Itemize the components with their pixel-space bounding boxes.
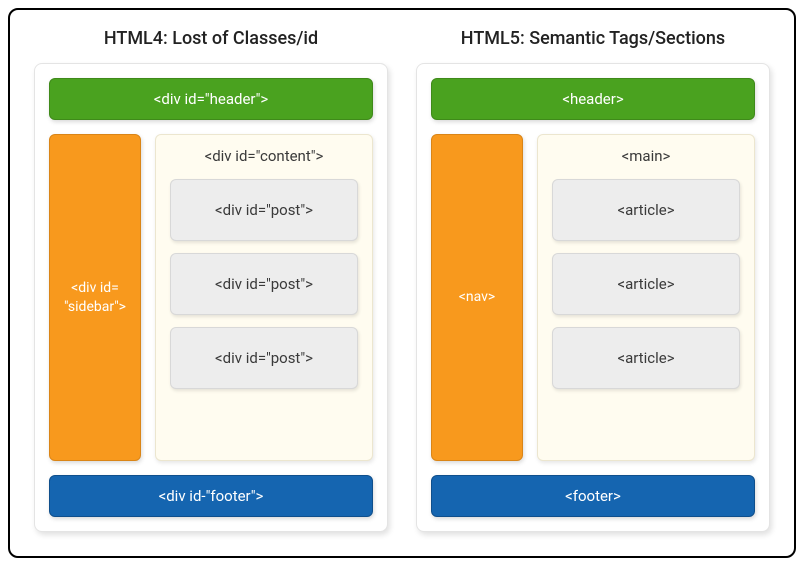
html4-post-block: <div id="post"> (170, 253, 358, 315)
html5-middle-row: <nav> <main> <article> <article> <articl… (431, 134, 755, 461)
html4-middle-row: <div id= "sidebar"> <div id="content"> <… (49, 134, 373, 461)
html4-header-block: <div id="header"> (49, 78, 373, 120)
html4-footer-block: <div id-"footer"> (49, 475, 373, 517)
html5-sidebar-label: <nav> (459, 288, 495, 307)
html4-content-label: <div id="content"> (170, 147, 358, 165)
html5-column: HTML5: Semantic Tags/Sections <header> <… (416, 28, 770, 532)
html4-column: HTML4: Lost of Classes/id <div id="heade… (34, 28, 388, 532)
html5-header-block: <header> (431, 78, 755, 120)
html5-content-label: <main> (552, 147, 740, 165)
html5-post-block: <article> (552, 253, 740, 315)
html5-sidebar-block: <nav> (431, 134, 523, 461)
html5-footer-block: <footer> (431, 475, 755, 517)
html4-post-block: <div id="post"> (170, 327, 358, 389)
html4-post-block: <div id="post"> (170, 179, 358, 241)
html5-title: HTML5: Semantic Tags/Sections (416, 28, 770, 49)
html4-content-block: <div id="content"> <div id="post"> <div … (155, 134, 373, 461)
html5-panel: <header> <nav> <main> <article> <article… (416, 63, 770, 532)
html4-sidebar-block: <div id= "sidebar"> (49, 134, 141, 461)
html5-post-block: <article> (552, 327, 740, 389)
html5-content-block: <main> <article> <article> <article> (537, 134, 755, 461)
html4-panel: <div id="header"> <div id= "sidebar"> <d… (34, 63, 388, 532)
diagram-container: HTML4: Lost of Classes/id <div id="heade… (8, 8, 796, 558)
html4-title: HTML4: Lost of Classes/id (34, 28, 388, 49)
html4-sidebar-label: <div id= "sidebar"> (64, 279, 126, 317)
html5-post-block: <article> (552, 179, 740, 241)
